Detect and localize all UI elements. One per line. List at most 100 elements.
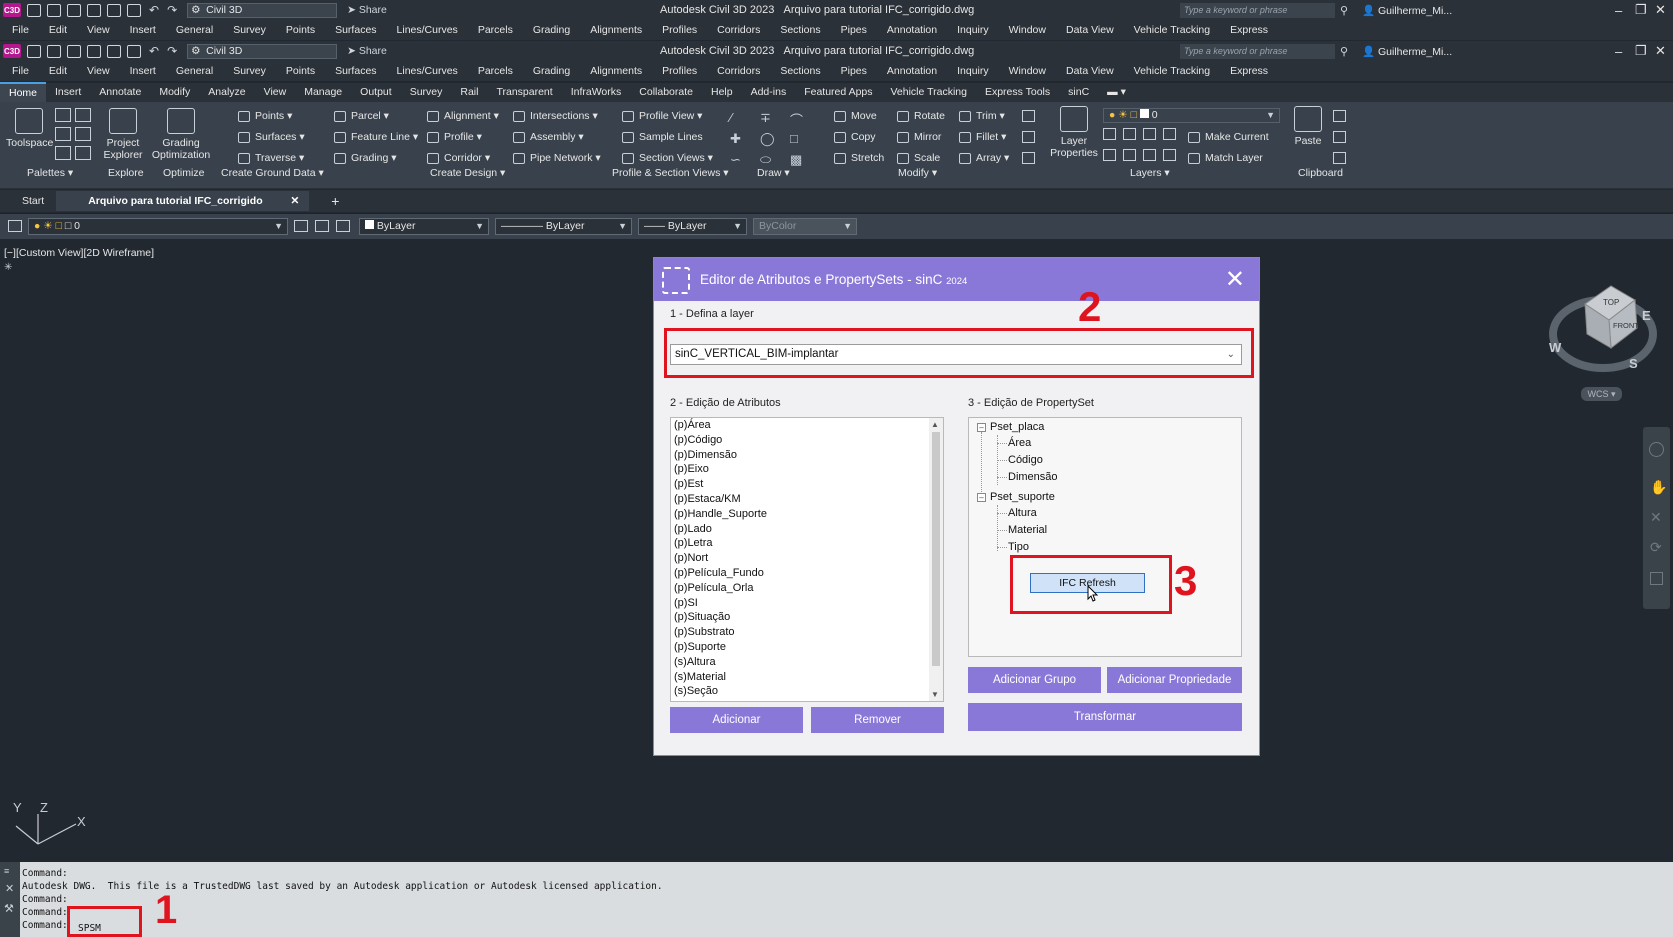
layer-walk-icon[interactable] xyxy=(315,220,329,232)
tab-collaborate[interactable]: Collaborate xyxy=(630,83,702,102)
tab-transparent[interactable]: Transparent xyxy=(487,83,561,102)
menu2-edit[interactable]: Edit xyxy=(49,65,67,77)
tree-leaf-altura[interactable]: Altura xyxy=(1008,507,1037,519)
surfaces-button[interactable]: Surfaces ▾ xyxy=(238,131,305,143)
points-button[interactable]: Points ▾ xyxy=(238,110,292,122)
add-group-button[interactable]: Adicionar Grupo xyxy=(968,667,1101,693)
current-document-tab[interactable]: Arquivo para tutorial IFC_corrigido ✕ xyxy=(56,191,310,211)
viewcube[interactable]: TOP FRONT W S E xyxy=(1547,276,1659,376)
print-icon[interactable] xyxy=(127,3,141,17)
close-command-icon[interactable]: ✕ xyxy=(5,882,14,895)
tab-add-ins[interactable]: Add-ins xyxy=(742,83,796,102)
wcs-menu[interactable]: WCS ▾ xyxy=(1581,387,1622,401)
minimize-icon-2[interactable]: – xyxy=(1615,44,1622,59)
list-item[interactable]: (p)SI xyxy=(671,596,943,611)
menu2-corridors[interactable]: Corridors xyxy=(717,65,760,77)
panel-label-clipboard[interactable]: Clipboard xyxy=(1298,167,1343,179)
grading-button[interactable]: Grading ▾ xyxy=(334,152,397,164)
menu-insert[interactable]: Insert xyxy=(130,24,156,36)
panel-expand-icon[interactable]: ▾ xyxy=(782,167,789,179)
tab-infraworks[interactable]: InfraWorks xyxy=(562,83,631,102)
tab-modify[interactable]: Modify xyxy=(150,83,199,102)
compass-east[interactable]: E xyxy=(1642,308,1651,323)
menu2-parcels[interactable]: Parcels xyxy=(478,65,513,77)
panel-label-create-ground-data[interactable]: Create Ground Data ▾ xyxy=(221,167,324,179)
layer-dropdown[interactable]: ● ☀ □ 0 ▼ xyxy=(1103,108,1280,123)
toolspace-button[interactable]: Toolspace xyxy=(6,108,53,149)
add-attribute-button[interactable]: Adicionar xyxy=(670,707,803,733)
attributes-scrollbar[interactable]: ▲ ▼ xyxy=(929,418,943,701)
menu2-grading[interactable]: Grading xyxy=(533,65,570,77)
fillet-button[interactable]: Fillet ▾ xyxy=(959,131,1006,143)
menu2-window[interactable]: Window xyxy=(1009,65,1046,77)
menu2-inquiry[interactable]: Inquiry xyxy=(957,65,989,77)
layer-isolate-icon[interactable] xyxy=(1103,128,1116,140)
layer-previous-icon[interactable] xyxy=(294,220,308,232)
list-item[interactable]: (p)Estaca/KM xyxy=(671,492,943,507)
sample-lines-button[interactable]: Sample Lines xyxy=(622,131,703,143)
open-icon[interactable] xyxy=(47,3,61,17)
menu-corridors[interactable]: Corridors xyxy=(717,24,760,36)
profile-view-button[interactable]: Profile View ▾ xyxy=(622,110,702,122)
menu2-surfaces[interactable]: Surfaces xyxy=(335,65,376,77)
scroll-thumb[interactable] xyxy=(932,432,940,666)
tab-insert[interactable]: Insert xyxy=(46,83,90,102)
menu-window[interactable]: Window xyxy=(1009,24,1046,36)
menu-data-view[interactable]: Data View xyxy=(1066,24,1114,36)
draw-tools-grid[interactable]: ∕ ∓ ⌒ ✚ ◯ □ ∽ ⬭ ▩ xyxy=(730,110,820,168)
redo-icon-2[interactable]: ↷ xyxy=(167,44,177,58)
menu2-points[interactable]: Points xyxy=(286,65,315,77)
layer-freeze-icon[interactable] xyxy=(1143,128,1156,140)
transform-button[interactable]: Transformar xyxy=(968,703,1242,731)
circle-icon[interactable]: ◯ xyxy=(760,131,775,147)
tree-node-pset-suporte[interactable]: Pset_suporte xyxy=(990,491,1055,503)
tree-node-pset-placa[interactable]: Pset_placa xyxy=(990,421,1044,433)
arc-icon[interactable]: ⌒ xyxy=(790,110,803,129)
tab-vehicle-tracking[interactable]: Vehicle Tracking xyxy=(882,83,976,102)
menu2-annotation[interactable]: Annotation xyxy=(887,65,937,77)
panel-label-explore[interactable]: Explore xyxy=(108,167,144,179)
list-item[interactable]: (p)Suporte xyxy=(671,640,943,655)
erase-icon[interactable] xyxy=(1022,110,1035,122)
compass-south[interactable]: S xyxy=(1629,356,1638,371)
tab-survey[interactable]: Survey xyxy=(401,83,452,102)
menu-lines-curves[interactable]: Lines/Curves xyxy=(397,24,458,36)
panel-label-optimize[interactable]: Optimize xyxy=(163,167,204,179)
properties-icon[interactable] xyxy=(55,146,71,160)
list-item[interactable]: (p)Lado xyxy=(671,522,943,537)
panel-expand-icon[interactable]: ▾ xyxy=(1162,167,1169,179)
save-icon-2[interactable] xyxy=(67,44,81,58)
workspace-select[interactable]: ⚙ Civil 3D xyxy=(187,2,338,18)
user-menu[interactable]: 👤 Guilherme_Mi... xyxy=(1362,4,1452,17)
menu-surfaces[interactable]: Surfaces xyxy=(335,24,376,36)
layer-off-icon[interactable] xyxy=(1163,128,1176,140)
new-icon[interactable] xyxy=(27,3,41,17)
scale-button[interactable]: Scale xyxy=(897,152,940,164)
match-properties-icon[interactable] xyxy=(1333,152,1346,164)
saveas-icon-2[interactable] xyxy=(87,44,101,58)
tab-featured-apps[interactable]: Featured Apps xyxy=(795,83,881,102)
collapse-toggle-icon[interactable]: – xyxy=(977,493,986,502)
minimize-icon[interactable]: – xyxy=(1615,3,1622,18)
list-item[interactable]: (p)Letra xyxy=(671,536,943,551)
traverse-button[interactable]: Traverse ▾ xyxy=(238,152,304,164)
tab-annotate[interactable]: Annotate xyxy=(90,83,150,102)
search-icon-2[interactable]: ⚲ xyxy=(1340,45,1348,58)
pipe-network-button[interactable]: Pipe Network ▾ xyxy=(513,152,601,164)
close-tab-icon[interactable]: ✕ xyxy=(290,195,299,207)
trim-button[interactable]: Trim ▾ xyxy=(959,110,1005,122)
tab-help[interactable]: Help xyxy=(702,83,742,102)
panel-expand-icon[interactable]: ▾ xyxy=(497,167,505,179)
menu-profiles[interactable]: Profiles xyxy=(662,24,697,36)
alignment-button[interactable]: Alignment ▾ xyxy=(427,110,499,122)
grading-optimization-button[interactable]: Grading Optimization xyxy=(150,108,212,161)
layer-select[interactable]: ● ☀ □ □ 0 ▼ xyxy=(28,218,288,235)
parcel-button[interactable]: Parcel ▾ xyxy=(334,110,389,122)
menu2-lines-curves[interactable]: Lines/Curves xyxy=(397,65,458,77)
showmotion-icon[interactable] xyxy=(1650,572,1663,585)
panel-label-layers[interactable]: Layers ▾ xyxy=(1130,167,1170,179)
menu2-sections[interactable]: Sections xyxy=(780,65,820,77)
layer-on-icon[interactable] xyxy=(1103,149,1116,161)
list-item[interactable]: (p)Película_Orla xyxy=(671,581,943,596)
section-views-button[interactable]: Section Views ▾ xyxy=(622,152,713,164)
